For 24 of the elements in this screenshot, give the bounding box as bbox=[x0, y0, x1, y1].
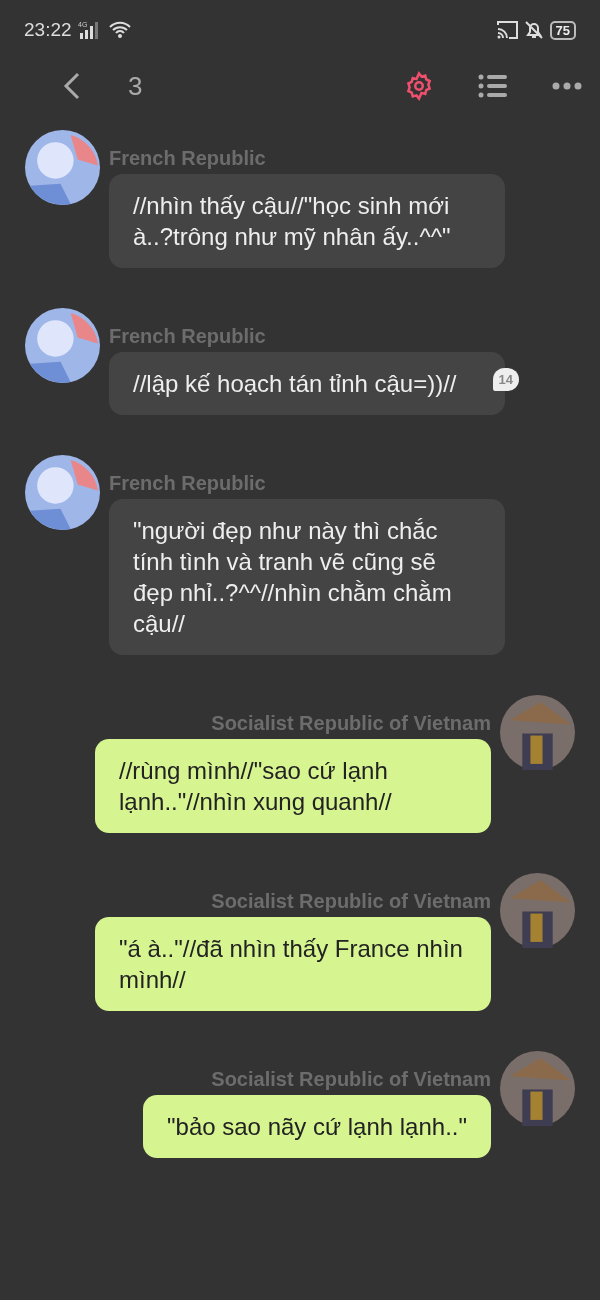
message-bubble: //nhìn thấy cậu//"học sinh mới à..?trông như mỹ nhân ấy..^^" bbox=[109, 174, 505, 268]
sender-name: Socialist Republic of Vietnam bbox=[211, 889, 491, 913]
more-button[interactable] bbox=[552, 82, 582, 90]
chat-title: 3 bbox=[128, 70, 143, 102]
sender-name: Socialist Republic of Vietnam bbox=[211, 1067, 491, 1091]
message-bubble: "bảo sao nãy cứ lạnh lạnh.." bbox=[143, 1095, 491, 1158]
bell-muted-icon bbox=[523, 20, 544, 40]
avatar[interactable] bbox=[25, 130, 100, 205]
message-bubble: "á à.."//đã nhìn thấy France nhìn mình// bbox=[95, 917, 491, 1011]
sender-name: French Republic bbox=[109, 471, 266, 495]
wifi-icon bbox=[107, 21, 132, 39]
battery-icon: 75 bbox=[549, 20, 576, 40]
sender-name: French Republic bbox=[109, 324, 266, 348]
message-bubble: "người đẹp như này thì chắc tính tình và tranh vẽ cũng sẽ đẹp nhỉ..?^^//nhìn chằm chằm cậu// bbox=[109, 499, 505, 655]
settings-button[interactable] bbox=[404, 71, 434, 101]
avatar[interactable] bbox=[25, 308, 100, 383]
message-bubble: //rùng mình//"sao cứ lạnh lạnh.."//nhìn xung quanh// bbox=[95, 739, 491, 833]
sender-name: French Republic bbox=[109, 146, 266, 170]
clock: 23:22 bbox=[24, 19, 72, 41]
back-button[interactable] bbox=[62, 71, 82, 101]
avatar[interactable] bbox=[25, 455, 100, 530]
sender-name: Socialist Republic of Vietnam bbox=[211, 711, 491, 735]
list-button[interactable] bbox=[478, 73, 508, 99]
cast-icon bbox=[495, 21, 518, 39]
